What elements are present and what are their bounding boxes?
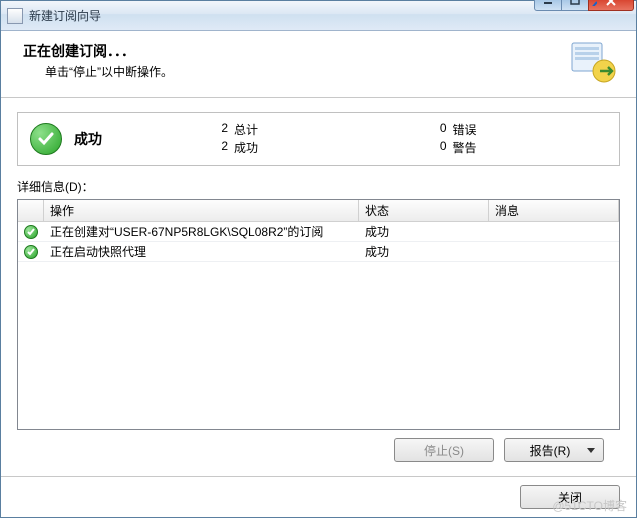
row-status: 成功	[359, 243, 489, 260]
minimize-button[interactable]	[534, 0, 562, 11]
stat-warning: 0警告	[433, 139, 612, 157]
stat-total: 2总计	[214, 121, 393, 139]
summary-panel: 成功 2总计 0错误 2成功 0警告	[17, 112, 620, 166]
summary-stats: 2总计 0错误 2成功 0警告	[214, 121, 611, 157]
summary-status: 成功	[74, 129, 214, 149]
page-title: 正在创建订阅．．．	[23, 41, 568, 61]
col-message[interactable]: 消息	[489, 200, 619, 221]
table-row[interactable]: 正在启动快照代理成功	[18, 242, 619, 262]
details-grid: 操作 状态 消息 正在创建对“USER-67NP5R8LGK\SQL08R2”的…	[17, 199, 620, 430]
close-wizard-button[interactable]: 关闭	[520, 485, 620, 509]
grid-body: 正在创建对“USER-67NP5R8LGK\SQL08R2”的订阅成功正在启动快…	[18, 222, 619, 429]
stat-error: 0错误	[433, 121, 612, 139]
row-status: 成功	[359, 223, 489, 240]
row-status-icon	[18, 245, 44, 259]
wizard-icon	[568, 41, 618, 85]
progress-check-icon	[585, 0, 597, 6]
success-icon	[30, 123, 62, 155]
header: 正在创建订阅．．． 单击“停止”以中断操作。	[1, 31, 636, 98]
page-subtitle: 单击“停止”以中断操作。	[45, 63, 568, 80]
row-operation: 正在启动快照代理	[44, 243, 359, 260]
table-row[interactable]: 正在创建对“USER-67NP5R8LGK\SQL08R2”的订阅成功	[18, 222, 619, 242]
col-operation[interactable]: 操作	[44, 200, 359, 221]
app-icon	[7, 8, 23, 24]
col-status[interactable]: 状态	[359, 200, 489, 221]
window-title: 新建订阅向导	[29, 7, 535, 24]
report-button[interactable]: 报告(R)	[504, 438, 604, 462]
stat-success: 2成功	[214, 139, 393, 157]
details-label: 详细信息(D)：	[17, 178, 620, 195]
grid-header: 操作 状态 消息	[18, 200, 619, 222]
stop-button[interactable]: 停止(S)	[394, 438, 494, 462]
row-operation: 正在创建对“USER-67NP5R8LGK\SQL08R2”的订阅	[44, 223, 359, 240]
row-status-icon	[18, 225, 44, 239]
col-icon[interactable]	[18, 200, 44, 221]
titlebar: 新建订阅向导	[1, 1, 636, 31]
wizard-window: 新建订阅向导 正在创建订阅．．． 单击“停止”以中断操作。	[0, 0, 637, 518]
